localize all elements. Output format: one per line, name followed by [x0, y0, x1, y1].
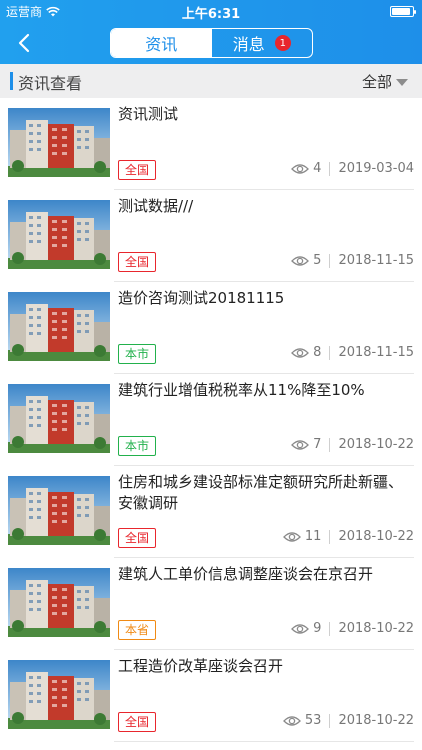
caret-down-icon: [396, 79, 408, 86]
filter-dropdown[interactable]: 全部: [362, 71, 408, 92]
publish-date: 2018-10-22: [338, 437, 414, 452]
eye-icon: [291, 439, 310, 450]
news-meta: 4 2019-03-04: [291, 161, 414, 176]
eye-icon: [282, 531, 301, 542]
building-thumbnail: [8, 200, 110, 269]
news-list-item[interactable]: 工程造价改革座谈会召开 全国 53 2018-10-22: [0, 650, 422, 742]
news-title: 住房和城乡建设部标准定额研究所赴新疆、安徽调研: [118, 473, 404, 512]
view-count: 53: [304, 713, 322, 728]
section-bar: 资讯查看 全部: [0, 64, 422, 98]
view-count: 5: [313, 253, 322, 268]
eye-icon: [291, 623, 310, 634]
news-meta: 53 2018-10-22: [282, 713, 414, 728]
tab-news[interactable]: 资讯: [111, 29, 212, 57]
view-count: 11: [304, 529, 322, 544]
news-list-item[interactable]: 建筑行业增值税税率从11%降至10% 本市 7 2018-10-22: [0, 374, 422, 466]
region-tag: 全国: [118, 712, 157, 732]
tab-messages[interactable]: 消息 1: [212, 29, 313, 57]
meta-divider: [329, 529, 331, 544]
meta-divider: [329, 621, 331, 636]
segmented-control: 资讯 消息 1: [110, 28, 313, 58]
publish-date: 2018-11-15: [338, 345, 414, 360]
building-thumbnail: [8, 108, 110, 177]
news-title: 资讯测试: [118, 105, 179, 123]
section-accent: [10, 72, 13, 90]
meta-divider: [329, 161, 331, 176]
status-bar: 运营商 上午6:31: [0, 0, 422, 22]
meta-divider: [329, 713, 331, 728]
region-tag: 本市: [118, 344, 157, 364]
news-title: 造价咨询测试20181115: [118, 289, 285, 307]
publish-date: 2019-03-04: [338, 161, 414, 176]
news-list-item[interactable]: 资讯测试 全国 4 2019-03-04: [0, 98, 422, 190]
news-meta: 11 2018-10-22: [282, 529, 414, 544]
news-title: 建筑人工单价信息调整座谈会在京召开: [118, 565, 374, 583]
news-list: 资讯测试 全国 4 2019-03-04 测试数据/// 全国 5 2018-1…: [0, 98, 422, 742]
news-meta: 5 2018-11-15: [291, 253, 414, 268]
status-time: 上午6:31: [181, 7, 241, 22]
news-list-item[interactable]: 测试数据/// 全国 5 2018-11-15: [0, 190, 422, 282]
news-title: 测试数据///: [118, 197, 194, 215]
view-count: 4: [313, 161, 322, 176]
battery-icon: [390, 6, 416, 17]
region-tag: 全国: [118, 528, 157, 548]
building-thumbnail: [8, 660, 110, 729]
region-tag: 本市: [118, 436, 157, 456]
news-title: 建筑行业增值税税率从11%降至10%: [118, 381, 365, 399]
news-meta: 9 2018-10-22: [291, 621, 414, 636]
region-tag: 全国: [118, 252, 157, 272]
meta-divider: [329, 345, 331, 360]
publish-date: 2018-10-22: [338, 529, 414, 544]
news-list-item[interactable]: 建筑人工单价信息调整座谈会在京召开 本省 9 2018-10-22: [0, 558, 422, 650]
tab-messages-label: 消息: [232, 35, 265, 54]
publish-date: 2018-11-15: [338, 253, 414, 268]
meta-divider: [329, 253, 331, 268]
unread-badge: 1: [274, 35, 291, 51]
eye-icon: [291, 255, 310, 266]
eye-icon: [291, 347, 310, 358]
building-thumbnail: [8, 476, 110, 545]
view-count: 9: [313, 621, 322, 636]
chevron-left-icon: [18, 33, 30, 53]
filter-label: 全部: [361, 73, 392, 91]
building-thumbnail: [8, 568, 110, 637]
building-thumbnail: [8, 384, 110, 453]
region-tag: 本省: [118, 620, 157, 640]
meta-divider: [329, 437, 331, 452]
news-meta: 7 2018-10-22: [291, 437, 414, 452]
news-list-item[interactable]: 造价咨询测试20181115 本市 8 2018-11-15: [0, 282, 422, 374]
news-title: 工程造价改革座谈会召开: [118, 657, 284, 675]
view-count: 7: [313, 437, 322, 452]
eye-icon: [291, 163, 310, 174]
back-button[interactable]: [12, 30, 38, 56]
tab-news-label: 资讯: [145, 35, 178, 54]
building-thumbnail: [8, 292, 110, 361]
section-title: 资讯查看: [18, 74, 83, 93]
news-meta: 8 2018-11-15: [291, 345, 414, 360]
eye-icon: [282, 715, 301, 726]
view-count: 8: [313, 345, 322, 360]
header-bar: 运营商 上午6:31 资讯 消息 1: [0, 0, 422, 64]
publish-date: 2018-10-22: [338, 713, 414, 728]
region-tag: 全国: [118, 160, 157, 180]
publish-date: 2018-10-22: [338, 621, 414, 636]
news-list-item[interactable]: 住房和城乡建设部标准定额研究所赴新疆、安徽调研 全国 11 2018-10-22: [0, 466, 422, 558]
